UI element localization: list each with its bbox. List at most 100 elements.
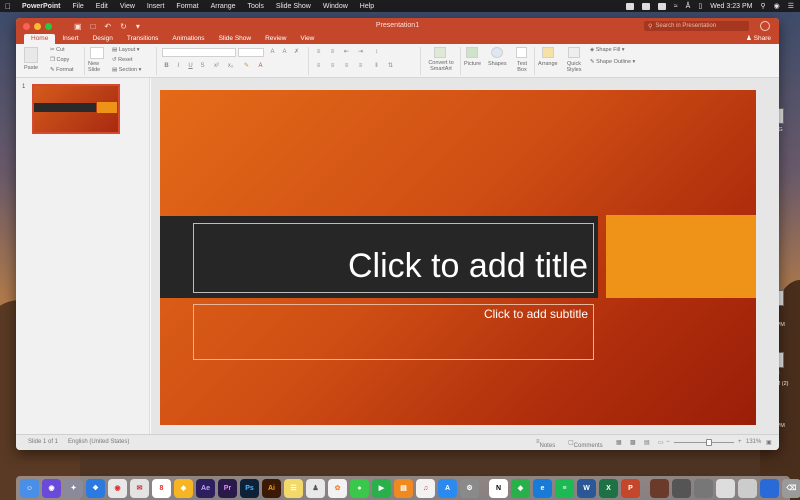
powerpoint-icon[interactable]: P: [621, 478, 640, 498]
menu-help[interactable]: Help: [354, 3, 380, 10]
recent-file-icon[interactable]: [650, 478, 669, 498]
reading-view-icon[interactable]: ▤: [644, 439, 650, 446]
shapes-icon[interactable]: [491, 47, 503, 58]
sketch-icon[interactable]: ◆: [174, 478, 193, 498]
clear-format-icon[interactable]: ✗: [292, 48, 301, 56]
ibooks-icon[interactable]: ▤: [394, 478, 413, 498]
increase-font-icon[interactable]: A: [268, 48, 277, 56]
font-name-dropdown[interactable]: [162, 48, 236, 57]
status-icon[interactable]: [625, 2, 634, 10]
reset-button[interactable]: ↺ Reset: [112, 57, 133, 63]
mail-icon[interactable]: ✉: [130, 478, 149, 498]
downloads-icon[interactable]: [760, 478, 779, 498]
text-direction-icon[interactable]: ⇅: [386, 62, 395, 70]
zoom-slider[interactable]: [674, 442, 734, 443]
slide-sorter-icon[interactable]: ▩: [630, 439, 636, 446]
tab-transitions[interactable]: Transitions: [120, 34, 166, 44]
shape-outline-button[interactable]: ✎ Shape Outline ▾: [590, 59, 635, 65]
align-center-icon[interactable]: ≡: [328, 62, 337, 70]
superscript-icon[interactable]: x²: [212, 62, 221, 70]
section-button[interactable]: ▤ Section ▾: [112, 67, 141, 73]
menu-slide-show[interactable]: Slide Show: [270, 3, 317, 10]
clock[interactable]: Wed 3:23 PM: [710, 3, 752, 10]
comments-button[interactable]: ▢ Comments: [568, 439, 603, 449]
format-painter-button[interactable]: ✎ Format: [50, 67, 74, 73]
recent-file-icon[interactable]: [694, 478, 713, 498]
menu-window[interactable]: Window: [317, 3, 354, 10]
control-center-icon[interactable]: ◉: [774, 2, 780, 10]
menu-app[interactable]: PowerPoint: [16, 3, 67, 10]
font-size-dropdown[interactable]: [238, 48, 264, 57]
tab-design[interactable]: Design: [86, 34, 120, 44]
siri-icon[interactable]: ◉: [42, 478, 61, 498]
account-icon[interactable]: [760, 21, 770, 31]
appstore-icon[interactable]: A: [438, 478, 457, 498]
recent-file-icon[interactable]: [716, 478, 735, 498]
textbox-icon[interactable]: [516, 47, 527, 58]
bold-icon[interactable]: B: [162, 62, 171, 70]
presenter-view-icon[interactable]: ▭: [658, 439, 664, 446]
menu-insert[interactable]: Insert: [141, 3, 171, 10]
slideshow-icon[interactable]: □: [91, 22, 96, 31]
menu-edit[interactable]: Edit: [90, 3, 114, 10]
slide[interactable]: Click to add title Click to add subtitle: [160, 90, 756, 425]
safari-icon[interactable]: ❖: [86, 478, 105, 498]
wifi-icon[interactable]: ≈: [674, 3, 678, 10]
customize-icon[interactable]: ▾: [136, 22, 140, 31]
menu-arrange[interactable]: Arrange: [205, 3, 242, 10]
aftereffects-icon[interactable]: Ae: [196, 478, 215, 498]
numbering-icon[interactable]: ≡: [328, 48, 337, 56]
language[interactable]: English (United States): [68, 439, 129, 445]
align-right-icon[interactable]: ≡: [342, 62, 351, 70]
spotify-icon[interactable]: ≡: [555, 478, 574, 498]
normal-view-icon[interactable]: ▦: [616, 439, 622, 446]
close-button[interactable]: [23, 22, 30, 30]
premiere-icon[interactable]: Pr: [218, 478, 237, 498]
accent-box[interactable]: [606, 215, 756, 298]
font-color-icon[interactable]: A: [256, 62, 265, 70]
align-left-icon[interactable]: ≡: [314, 62, 323, 70]
zoom-out-icon[interactable]: −: [666, 439, 670, 445]
fit-slide-icon[interactable]: ▣: [766, 439, 772, 446]
tab-review[interactable]: Review: [258, 34, 293, 44]
justify-icon[interactable]: ≡: [356, 62, 365, 70]
highlight-icon[interactable]: ✎: [242, 62, 251, 70]
messages-icon[interactable]: ●: [350, 478, 369, 498]
bluetooth-icon[interactable]: Å: [686, 3, 691, 10]
trash-icon[interactable]: ⌫: [782, 478, 800, 498]
layout-button[interactable]: ▤ Layout ▾: [112, 47, 140, 53]
zoom-level[interactable]: 131%: [746, 439, 761, 445]
title-placeholder[interactable]: Click to add title: [193, 223, 594, 293]
calendar-icon[interactable]: 8: [152, 478, 171, 498]
tab-animations[interactable]: Animations: [165, 34, 211, 44]
word-icon[interactable]: W: [577, 478, 596, 498]
subtitle-placeholder[interactable]: Click to add subtitle: [193, 304, 594, 360]
quick-styles-button[interactable]: Quick Styles: [564, 61, 584, 73]
menu-file[interactable]: File: [67, 3, 90, 10]
contacts-icon[interactable]: ♟: [306, 478, 325, 498]
tab-home[interactable]: Home: [24, 34, 56, 44]
redo-icon[interactable]: ↻: [120, 22, 127, 31]
slide-thumbnail[interactable]: [32, 84, 120, 134]
columns-icon[interactable]: ‖: [372, 62, 381, 70]
launchpad-icon[interactable]: ✦: [64, 478, 83, 498]
recent-file-icon[interactable]: [738, 478, 757, 498]
search-field[interactable]: ⚲ Search in Presentation: [644, 21, 749, 31]
italic-icon[interactable]: I: [174, 62, 183, 70]
picture-icon[interactable]: [466, 47, 478, 58]
copy-button[interactable]: ❐ Copy: [50, 57, 69, 63]
line-spacing-icon[interactable]: ↕: [372, 48, 381, 56]
save-icon[interactable]: ▣: [74, 22, 82, 31]
shapes-button[interactable]: Shapes: [488, 61, 507, 67]
notes-button[interactable]: ≡ Notes: [536, 439, 555, 449]
notes-icon[interactable]: ☰: [284, 478, 303, 498]
bullets-icon[interactable]: ≡: [314, 48, 323, 56]
tab-slide-show[interactable]: Slide Show: [212, 34, 259, 44]
menu-format[interactable]: Format: [170, 3, 204, 10]
text-box-button[interactable]: Text Box: [514, 61, 530, 73]
apple-icon[interactable]: : [0, 2, 16, 11]
battery-icon[interactable]: ▯: [698, 2, 702, 10]
paste-button[interactable]: Paste: [24, 65, 38, 71]
status-icon[interactable]: [657, 2, 666, 10]
share-button[interactable]: ♟ Share: [746, 34, 771, 44]
